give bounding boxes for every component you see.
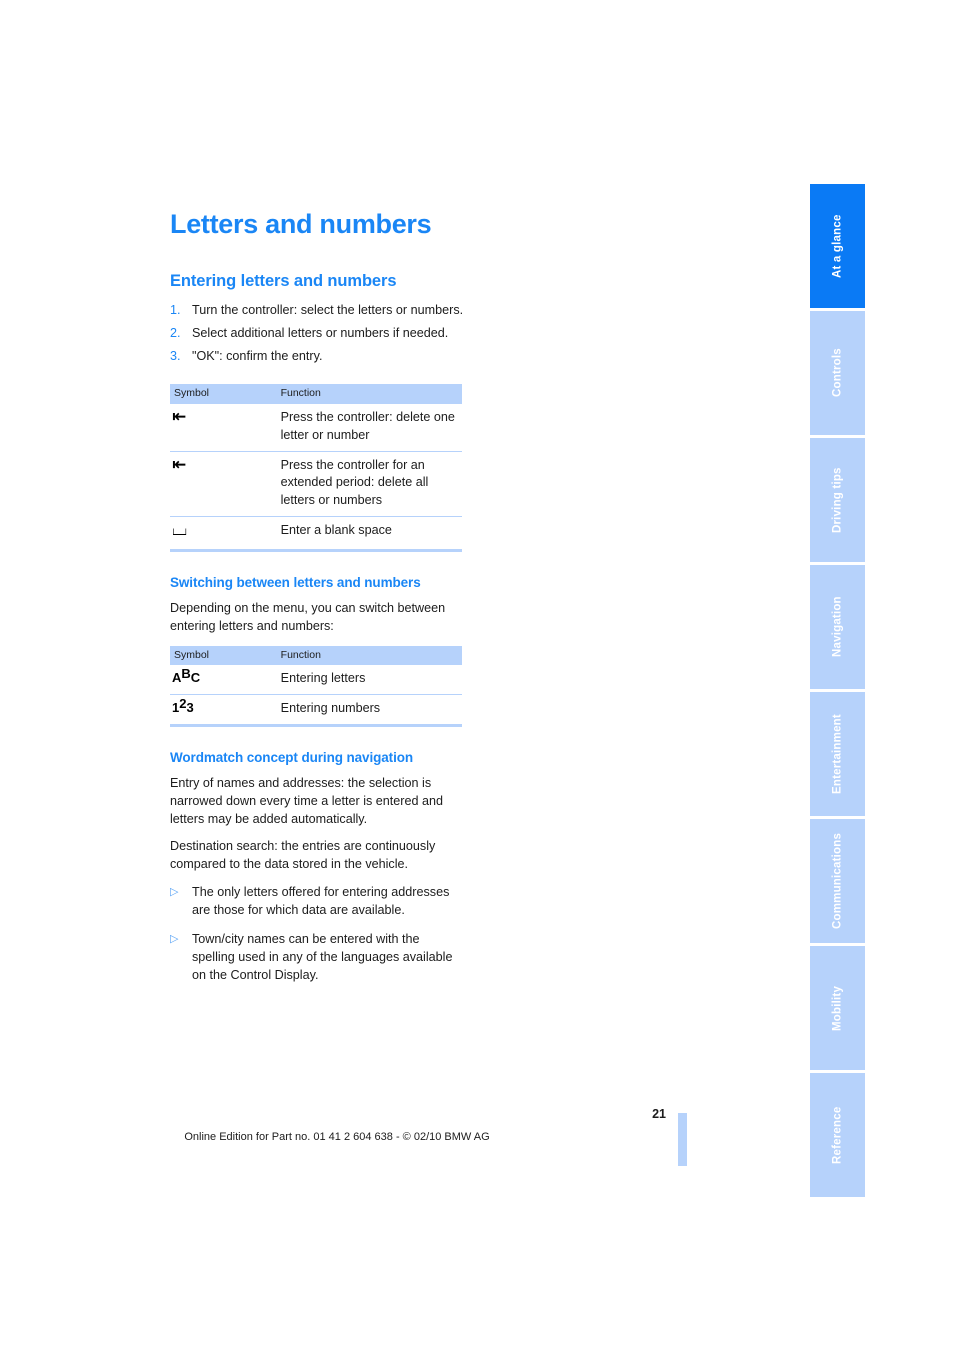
blank-space-icon: ⌴ (172, 518, 188, 541)
column-header-symbol: Symbol (170, 384, 275, 404)
table-cell-function: Enter a blank space (274, 516, 462, 551)
section-heading-wordmatch: Wordmatch concept during navigation (170, 749, 414, 765)
table-cell-function: Entering numbers (274, 694, 462, 726)
list-item: 3. "OK": confirm the entry. (170, 348, 465, 366)
chapter-tab-entertainment[interactable]: Entertainment (810, 692, 865, 816)
table-cell-symbol: 123 (170, 694, 275, 726)
chapter-tab-communications[interactable]: Communications (810, 819, 865, 943)
step-text: Select additional letters or numbers if … (192, 326, 449, 341)
table-row: ABC Entering letters (170, 665, 462, 694)
table-cell-symbol: ⌴ (170, 516, 275, 551)
chapter-tab-label: Communications (831, 832, 844, 930)
step-number: 2. (170, 326, 181, 341)
bullet-text: Town/city names can be entered with the … (192, 931, 453, 982)
triangle-bullet-icon: ▷ (170, 886, 179, 899)
table-cell-symbol: ABC (170, 665, 275, 694)
chapter-tab-navigation[interactable]: Navigation (810, 565, 865, 689)
step-text: "OK": confirm the entry. (192, 349, 323, 364)
wordmatch-bullet-list: ▷ The only letters offered for entering … (170, 884, 465, 984)
page-title: Letters and numbers (170, 209, 432, 239)
triangle-bullet-icon: ▷ (170, 932, 179, 945)
table-row: 123 Entering numbers (170, 694, 462, 726)
chapter-tab-reference[interactable]: Reference (810, 1073, 865, 1197)
chapter-tab-at-a-glance[interactable]: At a glance (810, 184, 865, 308)
manual-page: Letters and numbers Entering letters and… (0, 0, 954, 1350)
footer-edition-note: Online Edition for Part no. 01 41 2 604 … (184, 1131, 490, 1143)
section-heading-entering: Entering letters and numbers (170, 271, 397, 290)
delete-one-icon: ⇤ (172, 406, 186, 427)
delete-all-icon: ⇤ (172, 454, 186, 475)
table-row: ⌴ Enter a blank space (170, 516, 462, 551)
chapter-tab-driving-tips[interactable]: Driving tips (810, 438, 865, 562)
column-header-function: Function (274, 384, 462, 404)
chapter-tab-controls[interactable]: Controls (810, 311, 865, 435)
list-item: ▷ The only letters offered for entering … (170, 884, 465, 920)
table-cell-function: Press the controller: delete one letter … (280, 409, 455, 442)
list-item: ▷ Town/city names can be entered with th… (170, 931, 465, 985)
table-cell-symbol: ⇤ (170, 404, 275, 451)
step-number: 3. (170, 349, 181, 364)
switching-intro-text: Depending on the menu, you can switch be… (170, 600, 446, 633)
chapter-tab-mobility[interactable]: Mobility (810, 946, 865, 1070)
step-number: 1. (170, 303, 181, 318)
page-edge-marker (678, 1113, 687, 1166)
page-number: 21 (652, 1107, 666, 1121)
page-footer: 21 (0, 1108, 680, 1121)
section-heading-switching: Switching between letters and numbers (170, 575, 421, 590)
chapter-tab-label: Controls (831, 348, 844, 398)
chapter-tab-label: Navigation (831, 596, 844, 658)
symbol-function-table-delete: Symbol Function ⇤ Press the controller: … (170, 384, 462, 552)
chapter-tab-strip: At a glance Controls Driving tips Navigatio… (810, 184, 865, 1197)
step-text: Turn the controller: select the letters … (192, 303, 464, 318)
chapter-tab-label: At a glance (831, 214, 844, 278)
column-header-function: Function (274, 645, 462, 666)
chapter-tab-label: Mobility (831, 985, 844, 1031)
table-header-row: Symbol Function (170, 645, 462, 666)
table-header-row: Symbol Function (170, 384, 462, 404)
table-row: ⇤ Press the controller: delete one lette… (170, 404, 462, 451)
numbers-mode-icon: 123 (172, 696, 194, 716)
wordmatch-paragraph: Entry of names and addresses: the select… (170, 775, 444, 826)
chapter-tab-label: Driving tips (831, 467, 844, 533)
symbol-function-table-switching: Symbol Function ABC Entering letters 123… (170, 645, 462, 727)
table-cell-symbol: ⇤ (170, 450, 275, 517)
list-item: 1. Turn the controller: select the lette… (170, 302, 465, 320)
table-cell-function: Entering letters (280, 671, 366, 686)
content-column: Letters and numbers Entering letters and… (170, 209, 465, 996)
table-row: ⇤ Press the controller for an extended p… (170, 450, 462, 517)
chapter-tab-label: Reference (831, 1106, 844, 1164)
list-item: 2. Select additional letters or numbers … (170, 325, 465, 343)
letters-mode-icon: ABC (172, 666, 201, 686)
wordmatch-paragraph: Destination search: the entries are cont… (170, 839, 436, 872)
entering-steps-list: 1. Turn the controller: select the lette… (170, 302, 465, 366)
column-header-symbol: Symbol (170, 645, 275, 666)
chapter-tab-label: Entertainment (831, 714, 844, 794)
bullet-text: The only letters offered for entering ad… (192, 885, 450, 918)
table-cell-function: Press the controller for an extended per… (274, 450, 462, 517)
